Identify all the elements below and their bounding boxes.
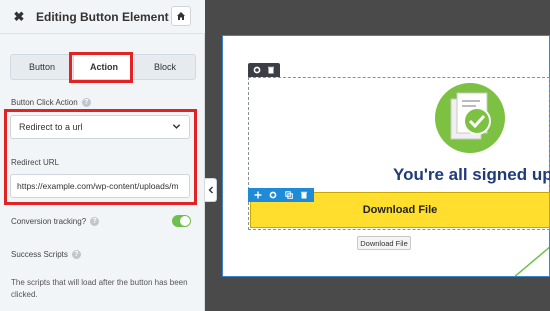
gear-icon[interactable]	[269, 186, 277, 204]
section-toolbar	[248, 63, 280, 77]
highlight-redirect-fields	[4, 109, 197, 205]
preview-heading: You're all signed up!	[393, 165, 550, 184]
panel-title: Editing Button Element	[36, 10, 169, 24]
highlight-action-tab	[69, 52, 133, 83]
success-scripts-description: The scripts that will load after the but…	[11, 278, 188, 299]
panel-header: ✖ Editing Button Element	[0, 0, 205, 34]
tab-block[interactable]: Block	[135, 55, 195, 79]
tab-button-label: Button	[28, 62, 56, 72]
chevron-left-icon	[208, 186, 213, 194]
success-scripts-label-text: Success Scripts	[11, 250, 68, 259]
click-action-label-text: Button Click Action	[11, 98, 78, 107]
tab-button[interactable]: Button	[11, 55, 73, 79]
duplicate-icon[interactable]	[285, 186, 293, 204]
move-icon[interactable]	[254, 186, 262, 204]
tooltip: Download File	[357, 236, 411, 250]
click-action-label: Button Click Action?	[11, 98, 91, 108]
toggle-knob	[180, 216, 190, 226]
help-icon[interactable]: ?	[90, 217, 100, 227]
collapse-panel-button[interactable]	[205, 178, 217, 202]
conversion-tracking-label: Conversion tracking??	[11, 217, 100, 227]
tab-block-label: Block	[153, 62, 176, 72]
conversion-tracking-label-text: Conversion tracking?	[11, 217, 87, 226]
home-button[interactable]	[171, 6, 191, 26]
success-scripts-label: Success Scripts?	[11, 250, 81, 260]
close-icon[interactable]: ✖	[12, 10, 26, 24]
help-icon[interactable]: ?	[81, 98, 91, 108]
conversion-tracking-toggle[interactable]	[172, 215, 191, 227]
help-icon[interactable]: ?	[71, 250, 81, 260]
trash-icon[interactable]	[300, 186, 308, 204]
home-icon	[177, 12, 185, 20]
button-toolbar	[248, 188, 314, 202]
